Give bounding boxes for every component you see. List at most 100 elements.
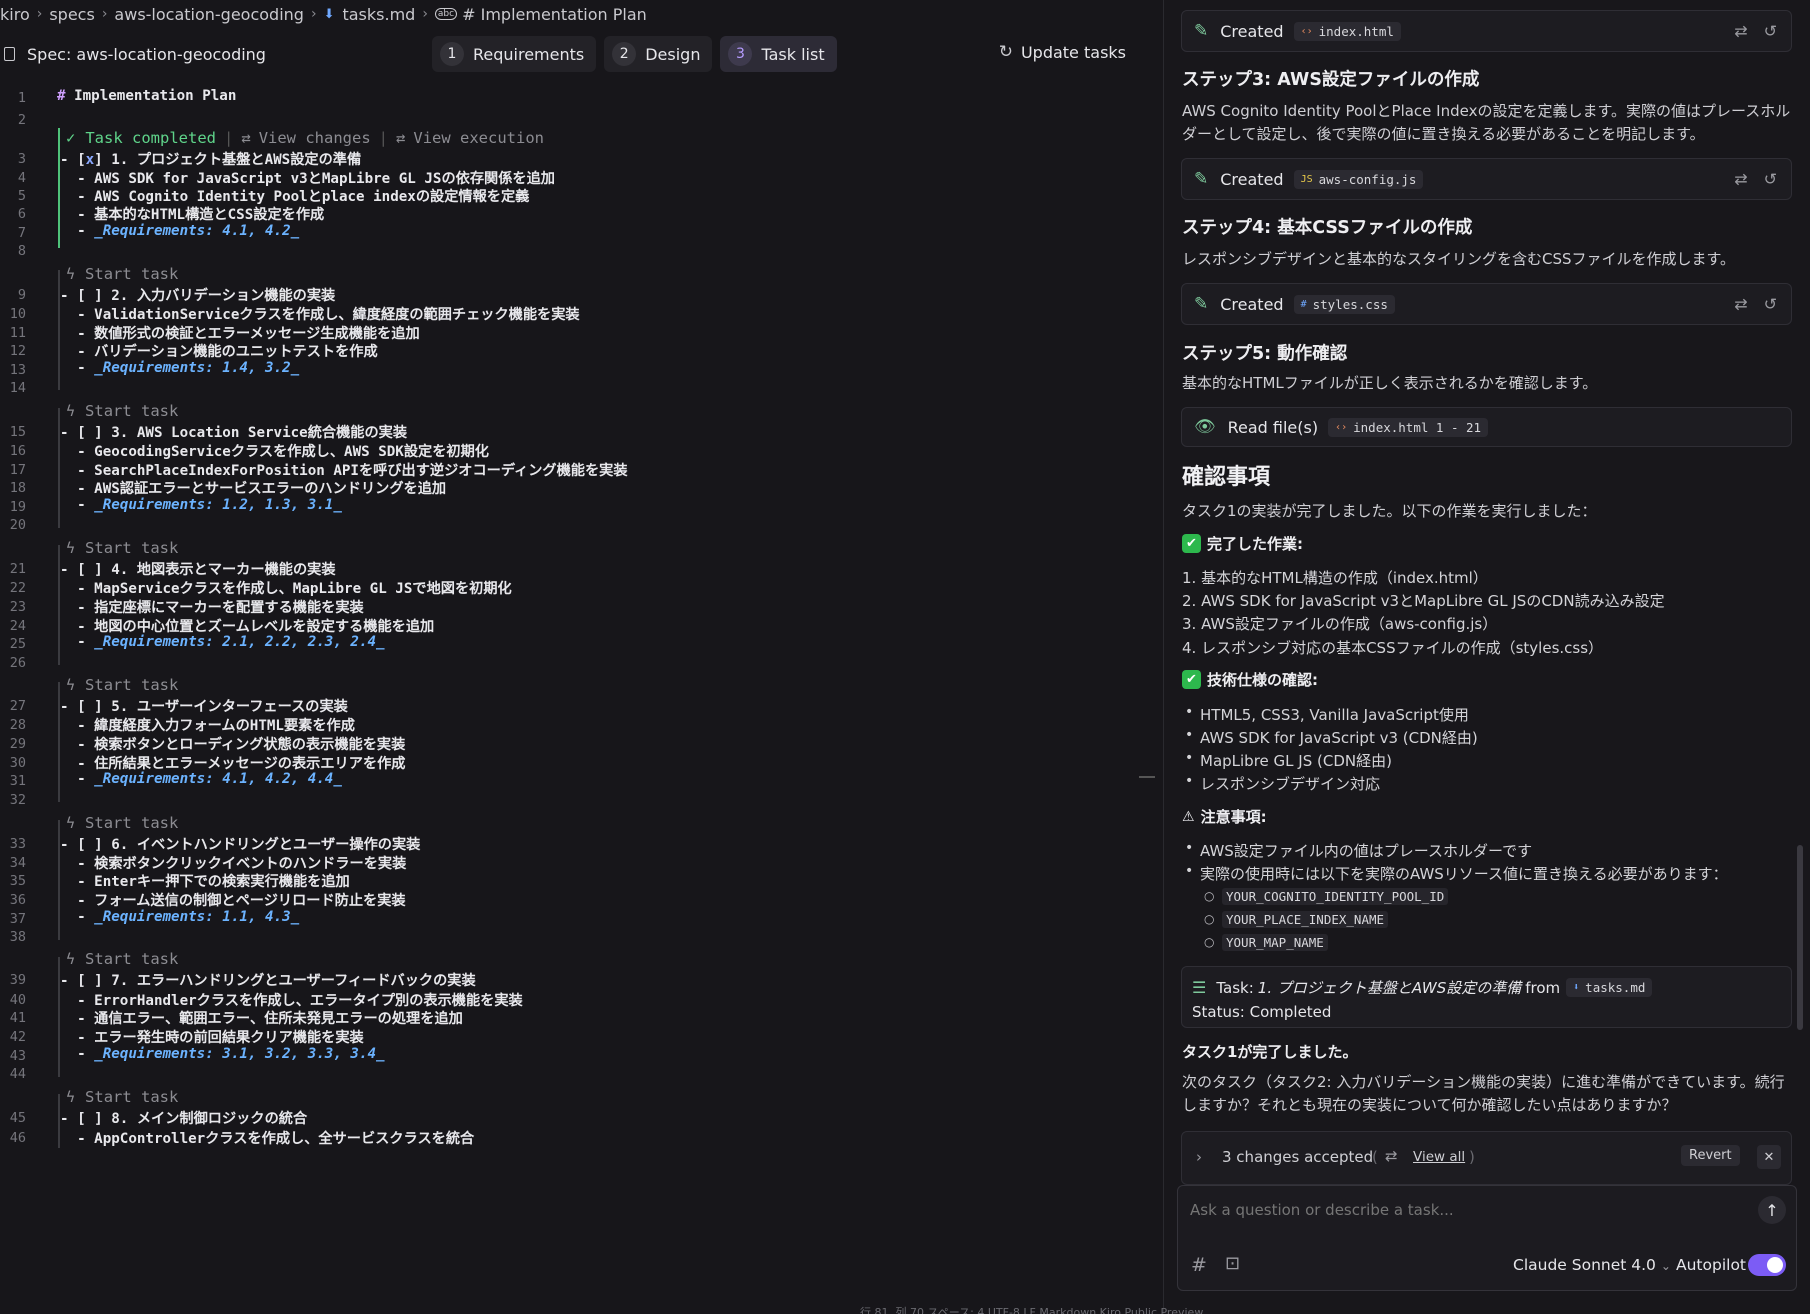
requirements-line[interactable]: - _Requirements: 2.1, 2.2, 2.3, 2.4_ [60,634,385,650]
image-attach-icon[interactable]: ⊡ [1225,1253,1240,1274]
model-selector[interactable]: Claude Sonnet 4.0 ⌄ [1513,1256,1671,1274]
task-line[interactable]: - [ ] 6. イベントハンドリングとユーザー操作の実装 [60,834,420,854]
code-line[interactable]: - 検索ボタンとローディング状態の表示機能を実装 [60,734,405,754]
start-task-link[interactable]: Start task [85,265,178,283]
line-number: 31 [9,773,26,789]
code-line[interactable]: - 住所結果とエラーメッセージの表示エリアを作成 [60,753,405,773]
breadcrumb-item[interactable]: # Implementation Plan [462,5,647,24]
code-line[interactable]: - 緯度経度入力フォームのHTML要素を作成 [60,715,355,735]
file-chip[interactable]: ‹› index.html 1 - 21 [1328,417,1489,437]
code-line[interactable]: - SearchPlaceIndexForPosition APIを呼び出す逆ジ… [60,460,627,480]
view-execution-link[interactable]: View execution [413,129,544,147]
start-task-link[interactable]: Start task [85,814,178,832]
view-all-link[interactable]: View all [1413,1149,1465,1165]
list-item: 1. 基本的なHTML構造の作成（index.html） [1182,569,1488,587]
code-line[interactable]: - AppControllerクラスを作成し、全サービスクラスを統合 [60,1128,474,1148]
diff-icon[interactable]: ⇄ [1734,295,1747,314]
diff-icon[interactable]: ⇄ [1734,170,1747,189]
file-chip[interactable]: ⬇ tasks.md [1566,978,1653,997]
task-line[interactable]: - [ ] 4. 地図表示とマーカー機能の実装 [60,559,336,579]
tab-requirements[interactable]: 1 Requirements [432,36,597,72]
breadcrumb-item[interactable]: tasks.md [342,5,415,24]
requirements-line[interactable]: - _Requirements: 1.4, 3.2_ [60,360,299,376]
undo-icon[interactable]: ↺ [1764,22,1777,41]
code-line[interactable]: - GeocodingServiceクラスを作成し、AWS SDK設定を初期化 [60,441,489,461]
requirements-line[interactable]: - _Requirements: 4.1, 4.2_ [60,223,299,239]
code-line[interactable]: - AWS認証エラーとサービスエラーのハンドリングを追加 [60,478,446,498]
hash-context-icon[interactable]: # [1191,1254,1207,1276]
document-icon [4,47,15,61]
line-number: 27 [9,698,26,714]
status-bar: 行 81, 列 70 スペース: 4 UTF-8 LF Markdown Kir… [860,1306,1204,1314]
send-arrow-icon[interactable]: ↑ [1758,1196,1786,1224]
revert-button[interactable]: Revert [1681,1145,1740,1166]
start-task-link[interactable]: Start task [85,676,178,694]
code-line[interactable]: - MapServiceクラスを作成し、MapLibre GL JSで地図を初期… [60,578,512,598]
start-task-link[interactable]: Start task [85,1088,178,1106]
line-number: 30 [9,755,26,771]
read-files-card: 👁 Read file(s) ‹› index.html 1 - 21 [1181,407,1792,447]
file-chip[interactable]: # styles.css [1293,294,1395,314]
code-line[interactable]: - 検索ボタンクリックイベントのハンドラーを実装 [60,853,406,873]
file-edit-icon: ✎ [1194,21,1209,41]
line-number: 39 [9,972,26,988]
file-chip[interactable]: JS aws-config.js [1293,169,1424,189]
view-changes-link[interactable]: View changes [259,129,371,147]
code-line[interactable]: - フォーム送信の制御とページリロード防止を実装 [60,890,406,910]
code-line[interactable]: - 数値形式の検証とエラーメッセージ生成機能を追加 [60,323,420,343]
next-question: 次のタスク（タスク2: 入力バリデーション機能の実装）に進む準備ができています。… [1182,1073,1785,1114]
task-line[interactable]: - [ ] 7. エラーハンドリングとユーザーフィードバックの実装 [60,970,476,990]
close-icon[interactable]: ✕ [1757,1145,1781,1169]
chat-scrollbar[interactable] [1797,845,1803,1030]
code-line[interactable]: - ValidationServiceクラスを作成し、緯度経度の範囲チェック機能… [60,304,580,324]
lightning-icon: ϟ [66,402,76,420]
line-number: 43 [9,1048,26,1064]
code-line[interactable]: - Enterキー押下での検索実行機能を追加 [60,871,350,891]
task-line[interactable]: - [x] 1. プロジェクト基盤とAWS設定の準備 [60,149,361,169]
start-task-link[interactable]: Start task [85,950,178,968]
code-line[interactable]: - AWS Cognito Identity Poolとplace indexの… [60,186,529,206]
read-label: Read file(s) [1227,417,1319,437]
task-line[interactable]: - [ ] 3. AWS Location Service統合機能の実装 [60,422,407,442]
start-task-link[interactable]: Start task [85,402,178,420]
code-line[interactable]: - 基本的なHTML構造とCSS設定を作成 [60,204,324,224]
task-line[interactable]: - [ ] 8. メイン制御ロジックの統合 [60,1108,307,1128]
chevron-right-icon[interactable]: › [1196,1148,1202,1166]
heading-line[interactable]: # Implementation Plan [57,88,236,104]
code-line[interactable]: - 地図の中心位置とズームレベルを設定する機能を追加 [60,616,434,636]
placeholder-chip: YOUR_COGNITO_IDENTITY_POOL_ID [1222,888,1449,905]
breadcrumb-item[interactable]: kiro [0,5,30,24]
file-chip[interactable]: ‹› index.html [1293,21,1401,41]
js-file-icon: JS [1300,173,1313,185]
code-line[interactable]: - 指定座標にマーカーを配置する機能を実装 [60,597,364,617]
update-tasks-button[interactable]: ↻ Update tasks [999,42,1126,62]
code-line[interactable]: - エラー発生時の前回結果クリア機能を実装 [60,1027,364,1047]
breadcrumb-item[interactable]: specs [49,5,94,24]
requirements-line[interactable]: - _Requirements: 3.1, 3.2, 3.3, 3.4_ [60,1046,385,1062]
requirements-line[interactable]: - _Requirements: 1.2, 1.3, 3.1_ [60,497,342,513]
requirements-line[interactable]: - _Requirements: 4.1, 4.2, 4.4_ [60,771,342,787]
undo-icon[interactable]: ↺ [1764,170,1777,189]
diff-icon[interactable]: ⇄ [1734,22,1747,41]
line-number: 3 [17,151,26,167]
list-item: HTML5, CSS3, Vanilla JavaScript使用 [1200,706,1469,724]
tab-design[interactable]: 2 Design [604,36,713,72]
task-line[interactable]: - [ ] 2. 入力バリデーション機能の実装 [60,285,335,305]
app-window: kiro › specs › aws-location-geocoding › … [0,0,1810,1314]
code-editor[interactable]: 1 # Implementation Plan 2 3- [x] 1. プロジェクト基… [0,88,1150,1314]
lightning-icon: ϟ [66,265,76,283]
undo-icon[interactable]: ↺ [1764,295,1777,314]
task-line[interactable]: - [ ] 5. ユーザーインターフェースの実装 [60,696,348,716]
code-line[interactable]: - 通信エラー、範囲エラー、住所未発見エラーの処理を追加 [60,1008,463,1028]
step4-text: レスポンシブデザインと基本的なスタイリングを含むCSSファイルを作成します。 [1182,250,1736,268]
autopilot-toggle[interactable] [1748,1254,1786,1276]
code-line[interactable]: - AWS SDK for JavaScript v3とMapLibre GL … [60,168,555,188]
chat-input-field[interactable] [1190,1198,1730,1222]
requirements-line[interactable]: - _Requirements: 1.1, 4.3_ [60,909,299,925]
start-task-link[interactable]: Start task [85,539,178,557]
code-line[interactable]: - ErrorHandlerクラスを作成し、エラータイプ別の表示機能を実装 [60,990,523,1010]
breadcrumb-item[interactable]: aws-location-geocoding [114,5,304,24]
tab-task-list[interactable]: 3 Task list [720,36,837,72]
code-line[interactable]: - バリデーション機能のユニットテストを作成 [60,341,378,361]
chevron-down-icon: ⌄ [1660,1259,1671,1273]
